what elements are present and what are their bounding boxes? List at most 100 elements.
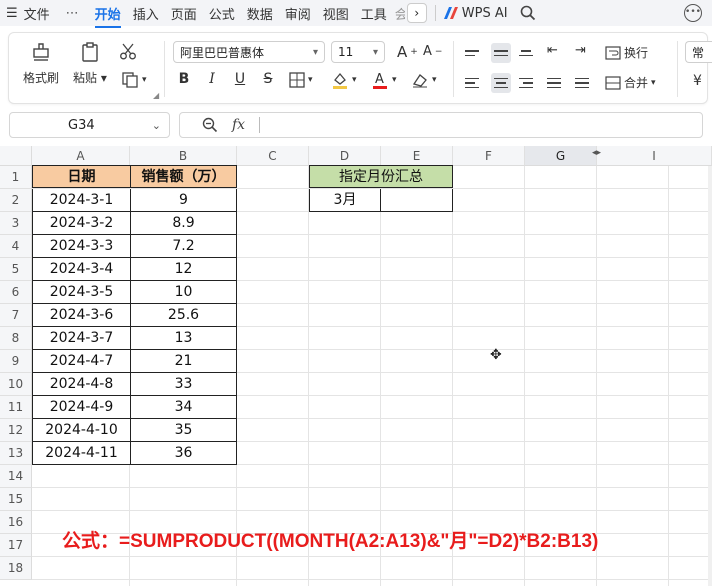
format-painter-button[interactable]: 格式刷 [23, 39, 59, 86]
spreadsheet-grid[interactable]: ABCDEFGI 1 2 3 4 5 6 7 8 9 10 11 12 13 14 15 16 17 18 日期销… [0, 146, 712, 586]
font-size-select[interactable]: 11 ▾ [331, 41, 385, 63]
tab-view[interactable]: 视图 [317, 4, 355, 23]
underline-button[interactable]: U [229, 71, 251, 87]
menu-file[interactable]: 文件 [24, 4, 56, 23]
merge-button[interactable]: 合并 ▾ [605, 74, 656, 91]
tab-member[interactable]: 会 [393, 4, 405, 23]
column-header-col-e[interactable]: E [381, 146, 453, 166]
indent-decrease-icon[interactable]: ⇤ [547, 43, 558, 58]
row-header[interactable]: 15 [0, 488, 32, 511]
chevron-right-icon[interactable]: › [406, 3, 427, 23]
column-header-col-a[interactable]: A [32, 146, 130, 166]
table-cell-date[interactable]: 2024-3-5 [32, 281, 131, 304]
table-header-sales[interactable]: 销售额（万） [130, 165, 237, 188]
column-header-col-b[interactable]: B [130, 146, 237, 166]
table-cell-sales[interactable]: 25.6 [130, 304, 237, 327]
align-center-icon[interactable] [491, 73, 511, 93]
row-header[interactable]: 3 [0, 212, 32, 235]
row-header[interactable]: 17 [0, 534, 32, 557]
row-header[interactable]: 6 [0, 281, 32, 304]
number-format-select[interactable]: 常 [685, 41, 712, 63]
row-header[interactable]: 11 [0, 396, 32, 419]
justify-icon[interactable] [547, 73, 567, 93]
row-header[interactable]: 16 [0, 511, 32, 534]
border-icon[interactable]: ▾ [289, 72, 313, 88]
table-cell-sales[interactable]: 21 [130, 350, 237, 373]
table-cell-date[interactable]: 2024-4-11 [32, 442, 131, 465]
table-cell-sales[interactable]: 13 [130, 327, 237, 350]
table-cell-date[interactable]: 2024-4-9 [32, 396, 131, 419]
table-cell-sales[interactable]: 10 [130, 281, 237, 304]
bold-button[interactable]: B [173, 71, 195, 87]
row-header[interactable]: 12 [0, 419, 32, 442]
table-cell-sales[interactable]: 12 [130, 258, 237, 281]
table-cell-sales[interactable]: 7.2 [130, 235, 237, 258]
wps-ai-button[interactable]: WPS AI [443, 6, 508, 21]
summary-result-cell[interactable] [380, 189, 453, 212]
column-header-col-d[interactable]: D [309, 146, 381, 166]
table-cell-date[interactable]: 2024-3-4 [32, 258, 131, 281]
wrap-text-button[interactable]: 换行 [605, 44, 648, 61]
tab-data[interactable]: 数据 [241, 4, 279, 23]
tab-formula[interactable]: 公式 [203, 4, 241, 23]
fill-color-icon[interactable]: ▾ [331, 71, 357, 89]
column-header-col-f[interactable]: F [453, 146, 525, 166]
indent-increase-icon[interactable]: ⇥ [575, 43, 586, 58]
row-header[interactable]: 9 [0, 350, 32, 373]
align-top-icon[interactable] [465, 43, 485, 63]
align-right-icon[interactable] [519, 73, 539, 93]
column-header-col-g[interactable]: G [525, 146, 597, 166]
name-box[interactable]: G34 ⌄ [9, 112, 170, 138]
distribute-icon[interactable] [575, 73, 595, 93]
comment-icon[interactable]: ••• [684, 4, 702, 22]
align-bottom-icon[interactable] [519, 43, 539, 63]
table-cell-sales[interactable]: 36 [130, 442, 237, 465]
table-cell-date[interactable]: 2024-4-8 [32, 373, 131, 396]
table-cell-date[interactable]: 2024-3-2 [32, 212, 131, 235]
paste-button[interactable]: 粘贴 ▾ [73, 39, 107, 86]
column-header-col-c[interactable]: C [237, 146, 309, 166]
tab-insert[interactable]: 插入 [127, 4, 165, 23]
column-header-col-i[interactable]: I [597, 146, 712, 166]
tab-review[interactable]: 审阅 [279, 4, 317, 23]
italic-button[interactable]: I [201, 71, 223, 87]
table-cell-sales[interactable]: 34 [130, 396, 237, 419]
cut-icon[interactable] [119, 43, 137, 61]
row-header[interactable]: 10 [0, 373, 32, 396]
tab-page[interactable]: 页面 [165, 4, 203, 23]
row-header[interactable]: 18 [0, 557, 32, 580]
more-icon[interactable]: ⋯ [56, 6, 89, 21]
fx-icon[interactable]: fx [232, 117, 245, 133]
zoom-icon[interactable] [202, 117, 218, 133]
table-cell-date[interactable]: 2024-3-7 [32, 327, 131, 350]
currency-icon[interactable]: ¥ [693, 73, 702, 89]
align-middle-icon[interactable] [491, 43, 511, 63]
row-header[interactable]: 14 [0, 465, 32, 488]
increase-font-icon[interactable]: A + [397, 43, 418, 61]
clear-format-icon[interactable]: ▾ [411, 72, 437, 88]
expand-corner-icon[interactable]: ◢ [153, 91, 159, 100]
search-icon[interactable] [520, 5, 536, 21]
summary-title-cell[interactable]: 指定月份汇总 [309, 165, 453, 188]
tab-home[interactable]: 开始 [89, 4, 127, 28]
strikethrough-button[interactable]: S [257, 71, 279, 87]
row-header[interactable]: 2 [0, 189, 32, 212]
row-header[interactable]: 5 [0, 258, 32, 281]
table-header-date[interactable]: 日期 [32, 165, 131, 188]
table-cell-date[interactable]: 2024-3-3 [32, 235, 131, 258]
table-cell-sales[interactable]: 9 [130, 189, 237, 212]
tab-tools[interactable]: 工具 [355, 4, 393, 23]
row-header[interactable]: 13 [0, 442, 32, 465]
table-cell-date[interactable]: 2024-3-1 [32, 189, 131, 212]
table-cell-sales[interactable]: 35 [130, 419, 237, 442]
select-all-corner[interactable] [0, 146, 32, 166]
table-cell-sales[interactable]: 33 [130, 373, 237, 396]
table-cell-date[interactable]: 2024-4-7 [32, 350, 131, 373]
row-header[interactable]: 7 [0, 304, 32, 327]
decrease-font-icon[interactable]: A − [423, 44, 442, 59]
hamburger-icon[interactable]: ☰ [0, 6, 24, 21]
copy-icon[interactable]: ▾ [121, 71, 147, 89]
column-resize-icon[interactable]: ◂▸ [592, 148, 601, 158]
font-color-icon[interactable]: A ▾ [371, 71, 397, 89]
table-cell-date[interactable]: 2024-3-6 [32, 304, 131, 327]
